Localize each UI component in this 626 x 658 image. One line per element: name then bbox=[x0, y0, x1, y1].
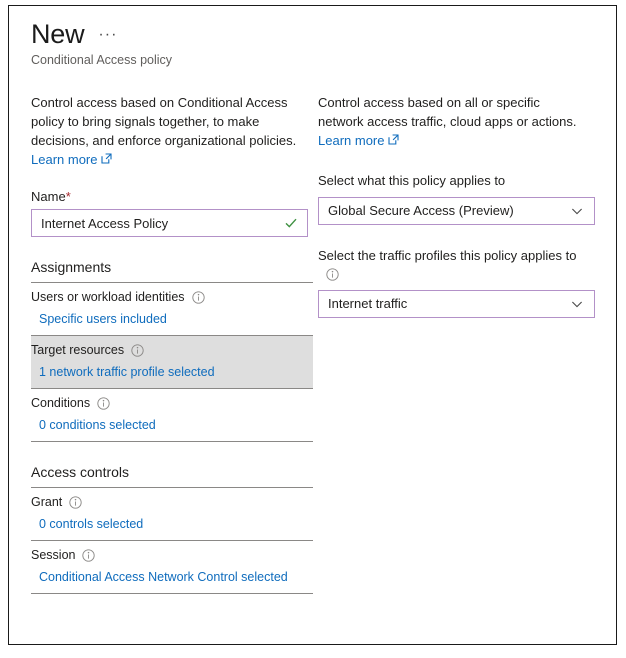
page-title: New bbox=[31, 19, 85, 49]
info-icon[interactable] bbox=[191, 291, 205, 304]
row-value-link[interactable]: 0 conditions selected bbox=[39, 418, 156, 432]
row-label: Users or workload identities bbox=[31, 290, 313, 304]
more-options-button[interactable]: ··· bbox=[98, 27, 117, 49]
row-value[interactable]: 1 network traffic profile selected bbox=[31, 365, 313, 379]
right-learn-more-label: Learn more bbox=[318, 133, 385, 149]
assignments-heading: Assignments bbox=[31, 259, 112, 276]
row-grant[interactable]: Grant 0 controls selected bbox=[31, 488, 313, 540]
left-column: Control access based on Conditional Acce… bbox=[9, 93, 313, 595]
row-value-link[interactable]: Specific users included bbox=[39, 312, 167, 326]
access-controls-heading: Access controls bbox=[31, 464, 130, 481]
row-session[interactable]: Session Conditional Access Network Contr… bbox=[31, 541, 313, 593]
title-row: New ··· bbox=[31, 19, 616, 49]
policy-applies-to-dropdown[interactable]: Global Secure Access (Preview) bbox=[318, 196, 595, 225]
traffic-profiles-label: Select the traffic profiles this policy … bbox=[318, 247, 577, 263]
name-label-text: Name bbox=[31, 189, 66, 205]
row-value[interactable]: Specific users included bbox=[31, 312, 313, 326]
policy-applies-to-value: Global Secure Access (Preview) bbox=[328, 203, 514, 219]
row-target-resources[interactable]: Target resources 1 network traffic profi… bbox=[31, 336, 313, 389]
right-learn-more-link[interactable]: Learn more bbox=[318, 133, 400, 149]
row-value[interactable]: Conditional Access Network Control selec… bbox=[31, 570, 313, 584]
info-icon[interactable] bbox=[326, 268, 339, 281]
row-label: Target resources bbox=[31, 343, 313, 357]
divider bbox=[31, 593, 313, 595]
chevron-down-icon bbox=[570, 297, 584, 311]
row-label-text: Session bbox=[31, 548, 76, 563]
row-value[interactable]: 0 controls selected bbox=[31, 517, 313, 531]
new-conditional-access-policy-panel: New ··· Conditional Access policy Contro… bbox=[8, 5, 617, 645]
info-icon[interactable] bbox=[131, 344, 144, 357]
row-label-text: Grant bbox=[31, 495, 63, 510]
row-value-link[interactable]: 1 network traffic profile selected bbox=[39, 365, 215, 379]
name-field-label: Name* bbox=[31, 189, 309, 204]
left-learn-more-label: Learn more bbox=[31, 152, 98, 168]
chevron-down-icon bbox=[570, 204, 584, 218]
name-input[interactable]: Internet Access Policy bbox=[32, 216, 284, 231]
left-description: Control access based on Conditional Acce… bbox=[31, 95, 297, 149]
info-icon[interactable] bbox=[82, 549, 96, 562]
row-label: Conditions bbox=[31, 396, 313, 410]
right-description: Control access based on all or specific … bbox=[318, 95, 577, 130]
required-indicator: * bbox=[65, 189, 71, 205]
panel-columns: Control access based on Conditional Acce… bbox=[9, 93, 616, 595]
name-input-wrapper[interactable]: Internet Access Policy bbox=[31, 209, 308, 238]
traffic-profiles-info-line bbox=[318, 266, 590, 284]
row-label: Grant bbox=[31, 495, 313, 509]
right-column: Control access based on all or specific … bbox=[309, 93, 609, 594]
row-value[interactable]: 0 conditions selected bbox=[31, 418, 313, 432]
row-label: Session bbox=[31, 548, 313, 562]
row-label-text: Target resources bbox=[31, 343, 125, 358]
traffic-profiles-value: Internet traffic bbox=[328, 296, 408, 312]
traffic-profiles-dropdown[interactable]: Internet traffic bbox=[318, 289, 595, 318]
traffic-profiles-label-block: Select the traffic profiles this policy … bbox=[318, 247, 590, 284]
page-subtitle: Conditional Access policy bbox=[31, 53, 173, 68]
checkmark-icon bbox=[284, 216, 298, 230]
row-value-link[interactable]: 0 controls selected bbox=[39, 517, 143, 531]
external-link-icon bbox=[101, 152, 113, 167]
external-link-icon bbox=[388, 133, 400, 148]
row-value-link[interactable]: Conditional Access Network Control selec… bbox=[39, 570, 288, 584]
row-users-or-workload-identities[interactable]: Users or workload identities Specific us… bbox=[31, 283, 313, 335]
panel-header: New ··· Conditional Access policy bbox=[9, 6, 616, 67]
row-conditions[interactable]: Conditions 0 conditions selected bbox=[31, 389, 313, 441]
applies-to-label: Select what this policy applies to bbox=[318, 173, 506, 189]
divider bbox=[31, 441, 313, 443]
info-icon[interactable] bbox=[69, 496, 82, 509]
row-label-text: Users or workload identities bbox=[31, 290, 185, 305]
left-learn-more-link[interactable]: Learn more bbox=[31, 152, 113, 168]
row-label-text: Conditions bbox=[31, 396, 91, 411]
info-icon[interactable] bbox=[97, 397, 110, 410]
